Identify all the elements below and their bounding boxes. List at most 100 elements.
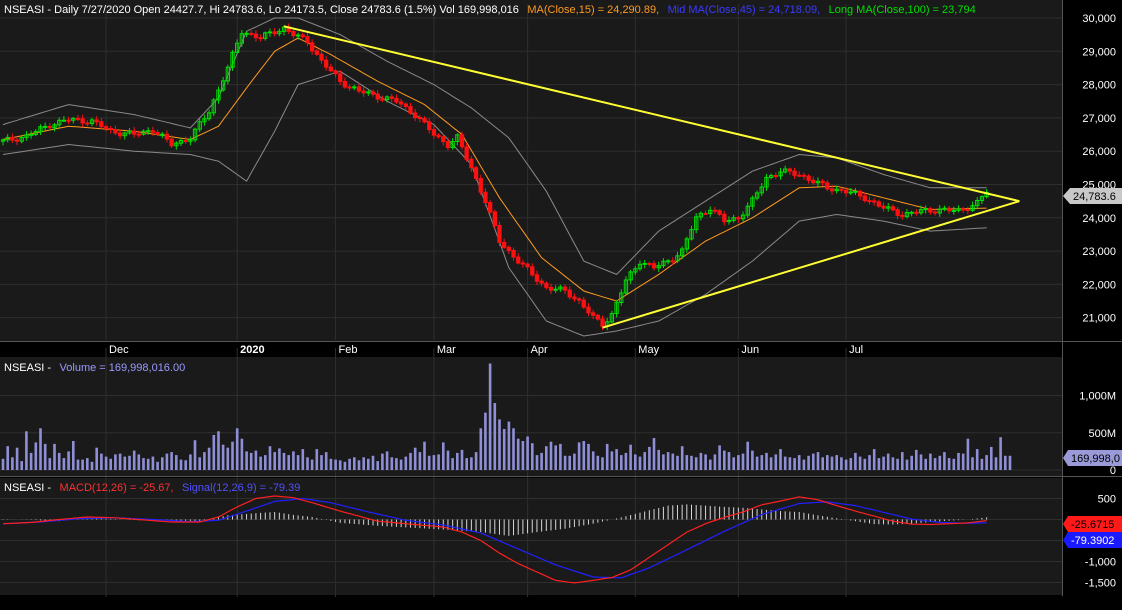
- volume-bar: [193, 440, 197, 470]
- candle-down: [164, 133, 170, 140]
- candle-down: [876, 201, 882, 207]
- candle-down: [947, 207, 952, 212]
- volume-bar: [43, 443, 47, 470]
- price-tick-label: 22,000: [1082, 279, 1116, 291]
- volume-bar: [123, 456, 127, 470]
- candle-up: [61, 119, 67, 122]
- volume-bar: [826, 455, 829, 470]
- volume-bar: [207, 447, 211, 470]
- candle-down: [441, 136, 446, 143]
- volume-bar: [886, 453, 890, 470]
- volume-bar: [34, 442, 38, 470]
- volume-bar: [685, 455, 689, 470]
- candle-down: [895, 209, 900, 216]
- candle-up: [951, 210, 957, 212]
- candle-down: [530, 266, 535, 276]
- candle-down: [488, 202, 493, 213]
- volume-bar: [343, 461, 347, 470]
- volume-bar: [156, 461, 159, 470]
- candle-down: [403, 103, 409, 107]
- volume-bar: [694, 457, 698, 470]
- candle-up: [43, 125, 48, 128]
- volume-bar: [95, 447, 98, 470]
- volume-bar: [81, 459, 84, 470]
- volume-bar: [516, 438, 520, 470]
- volume-bar: [709, 459, 712, 470]
- volume-bar: [605, 443, 609, 470]
- candle-up: [244, 32, 249, 35]
- volume-bar: [315, 449, 319, 470]
- candle-up: [909, 211, 914, 214]
- volume-bar: [465, 458, 468, 470]
- candle-down: [881, 205, 886, 209]
- volume-bar: [662, 454, 665, 470]
- volume-bar: [582, 441, 586, 470]
- long-ma-label: Long MA(Close,100) = 23,794: [829, 4, 976, 16]
- candle-down: [258, 37, 263, 40]
- volume-bar: [362, 457, 365, 470]
- month-label: 2020: [240, 344, 264, 356]
- volume-bar: [62, 458, 66, 470]
- volume-bar: [901, 452, 904, 470]
- candle-down: [712, 209, 718, 212]
- volume-bar: [175, 455, 178, 470]
- volume-bar: [235, 428, 239, 470]
- volume-bar: [601, 457, 604, 470]
- volume-bar: [11, 457, 14, 470]
- volume-bar: [568, 455, 571, 470]
- candle-down: [581, 299, 586, 308]
- price-tick-label: 27,000: [1082, 113, 1116, 125]
- volume-bar: [769, 457, 773, 470]
- volume-label: Volume = 169,998,016.00: [60, 362, 186, 374]
- volume-bar: [957, 452, 960, 470]
- volume-bar: [816, 452, 820, 470]
- month-label: Jun: [741, 344, 759, 356]
- volume-bar: [559, 443, 562, 470]
- candle-down: [375, 93, 380, 100]
- macd-tick-label: -1,000: [1085, 557, 1116, 569]
- volume-bar: [779, 449, 782, 470]
- candle-down: [183, 140, 188, 142]
- candle-down: [858, 190, 863, 197]
- candle-down: [300, 34, 305, 38]
- candle-down: [717, 210, 722, 215]
- candle-up: [923, 208, 928, 211]
- candle-up: [160, 133, 165, 136]
- volume-bar: [226, 447, 230, 470]
- candle-down: [66, 119, 71, 122]
- candle-down: [820, 180, 825, 184]
- candle-down: [961, 208, 966, 211]
- candle-down: [736, 217, 741, 220]
- volume-bar: [451, 458, 454, 470]
- candle-down: [356, 86, 362, 92]
- volume-bar: [418, 452, 422, 470]
- volume-bar: [86, 458, 89, 470]
- candle-down: [787, 168, 793, 172]
- volume-bar: [849, 458, 853, 470]
- volume-bar: [104, 456, 108, 470]
- candle-down: [483, 191, 488, 204]
- candle-down: [150, 130, 155, 133]
- volume-bar: [924, 458, 927, 470]
- volume-bar: [6, 446, 9, 470]
- candle-down: [591, 312, 596, 316]
- last-price-text: 24,783.6: [1073, 191, 1116, 203]
- candle-up: [366, 91, 371, 94]
- volume-bar: [245, 451, 248, 470]
- volume-bar: [896, 458, 899, 470]
- volume-bar: [947, 458, 951, 470]
- candle-down: [520, 262, 526, 265]
- ma15-label: MA(Close,15) = 24,290.89,: [527, 4, 659, 16]
- volume-bar: [446, 450, 450, 470]
- volume-bar: [587, 443, 590, 470]
- volume-bar: [990, 446, 993, 470]
- volume-bar: [512, 428, 515, 470]
- price-header-prefix: NSEASI - Daily 7/27/2020 Open 24427.7, H…: [4, 4, 519, 16]
- candle-down: [562, 286, 568, 291]
- volume-bar: [137, 454, 141, 470]
- price-tick-label: 28,000: [1082, 80, 1116, 92]
- volume-bar: [282, 452, 286, 470]
- volume-bar: [713, 454, 717, 470]
- macd-tick-label: 500: [1098, 494, 1116, 506]
- candle-down: [10, 136, 15, 141]
